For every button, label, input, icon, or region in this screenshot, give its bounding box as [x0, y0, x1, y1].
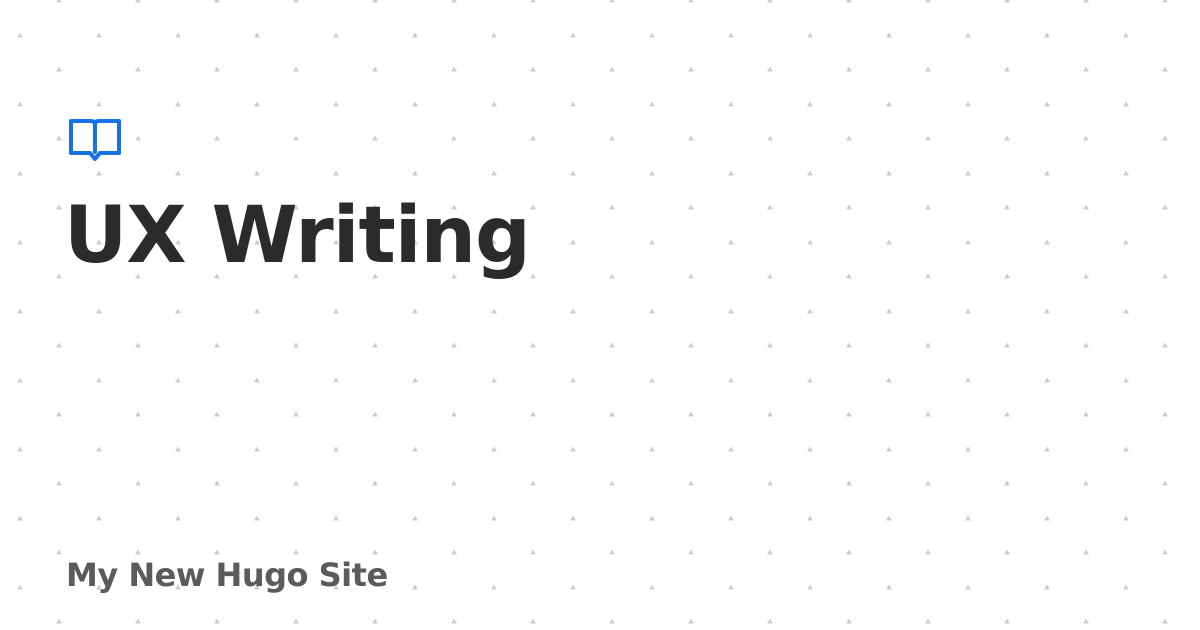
open-book-icon — [69, 119, 121, 161]
page-title: UX Writing — [64, 191, 531, 281]
site-name: My New Hugo Site — [66, 556, 388, 594]
social-card: UX Writing My New Hugo Site — [0, 0, 1200, 630]
dot-pattern-background — [0, 0, 1200, 630]
